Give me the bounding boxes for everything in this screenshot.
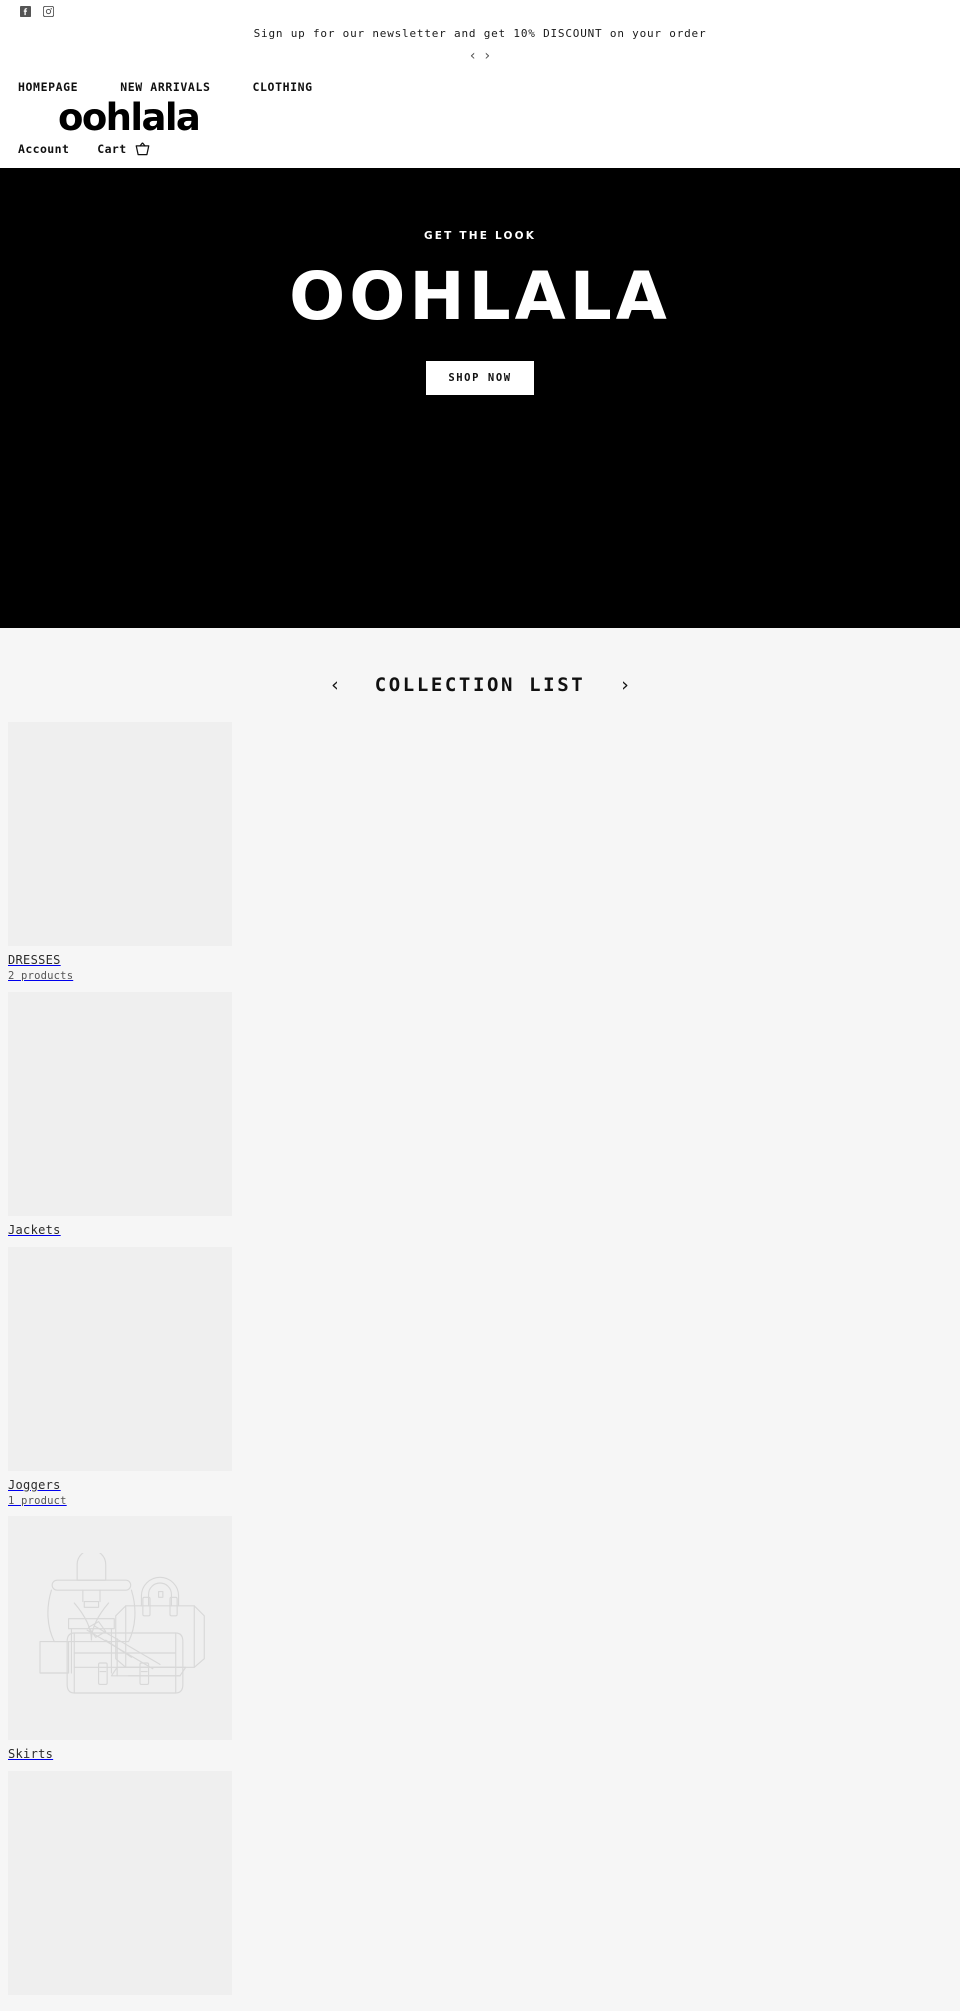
collection-card[interactable]: Skirts — [8, 1516, 960, 1771]
site-logo[interactable]: oohlala — [0, 98, 960, 138]
collection-card[interactable] — [8, 1771, 960, 2011]
hero-banner: GET THE LOOK OOHLALA SHOP NOW — [0, 168, 960, 628]
social-links — [20, 6, 54, 17]
collection-list-section: ‹ COLLECTION LIST › DRESSES 2 products J… — [0, 628, 960, 2011]
collection-card-image — [8, 1516, 232, 1741]
shop-now-button[interactable]: SHOP NOW — [426, 361, 534, 396]
utility-navigation: Account Cart — [0, 142, 960, 156]
nav-item-homepage[interactable]: HOMEPAGE — [18, 80, 78, 94]
collection-card-meta: Joggers 1 product — [8, 1471, 960, 1517]
collection-next-button[interactable]: › — [621, 675, 629, 695]
announcement-text: Sign up for our newsletter and get 10% D… — [253, 27, 707, 40]
main-navigation: HOMEPAGE NEW ARRIVALS CLOTHING — [0, 80, 960, 94]
account-label: Account — [18, 141, 70, 156]
nav-item-clothing[interactable]: CLOTHING — [253, 80, 313, 94]
collection-card-meta: Jackets — [8, 1216, 960, 1247]
collection-card-title: DRESSES — [8, 953, 61, 967]
collection-card[interactable]: Joggers 1 product — [8, 1246, 960, 1517]
facebook-icon[interactable] — [20, 6, 31, 17]
collection-list-header: ‹ COLLECTION LIST › — [0, 656, 960, 722]
collection-card-title: Joggers — [8, 1477, 61, 1492]
collection-card-meta: DRESSES 2 products — [8, 946, 960, 992]
collection-card-meta: Skirts — [8, 1740, 960, 1771]
collection-card-image — [8, 991, 232, 1216]
announcement-carousel-nav: ‹ › — [0, 49, 960, 63]
collection-card[interactable]: DRESSES 2 products — [8, 722, 960, 992]
collection-card-image — [8, 722, 232, 946]
bags-placeholder-icon — [34, 1553, 206, 1703]
collection-card-meta — [8, 1995, 960, 2011]
account-link[interactable]: Account — [18, 142, 69, 156]
hero-kicker: GET THE LOOK — [423, 230, 537, 242]
collection-card-count: 2 products — [8, 970, 74, 982]
collection-card[interactable]: Jackets — [8, 991, 960, 1247]
nav-item-new-arrivals[interactable]: NEW ARRIVALS — [120, 80, 210, 94]
site-header: HOMEPAGE NEW ARRIVALS CLOTHING oohlala A… — [0, 80, 960, 168]
collection-card-title: Jackets — [8, 1222, 61, 1237]
announcement-bar: Sign up for our newsletter and get 10% D… — [0, 0, 960, 80]
hero-cta-row: SHOP NOW — [0, 361, 960, 396]
collection-card-list: DRESSES 2 products Jackets Joggers 1 pro… — [0, 722, 960, 2011]
collection-list-title: COLLECTION LIST — [374, 674, 586, 696]
announcement-next-button[interactable]: › — [485, 49, 491, 63]
hero-title: OOHLALA — [289, 258, 671, 335]
collection-card-image — [8, 1246, 232, 1471]
collection-prev-button[interactable]: ‹ — [331, 675, 339, 695]
collection-card-image — [8, 1771, 232, 1996]
collection-card-title: Skirts — [8, 1747, 54, 1762]
announcement-prev-button[interactable]: ‹ — [470, 49, 476, 63]
basket-icon — [135, 142, 150, 156]
cart-link[interactable]: Cart — [97, 142, 149, 156]
instagram-icon[interactable] — [43, 6, 54, 17]
cart-label: Cart — [97, 141, 127, 156]
collection-card-count: 1 product — [8, 1494, 67, 1507]
